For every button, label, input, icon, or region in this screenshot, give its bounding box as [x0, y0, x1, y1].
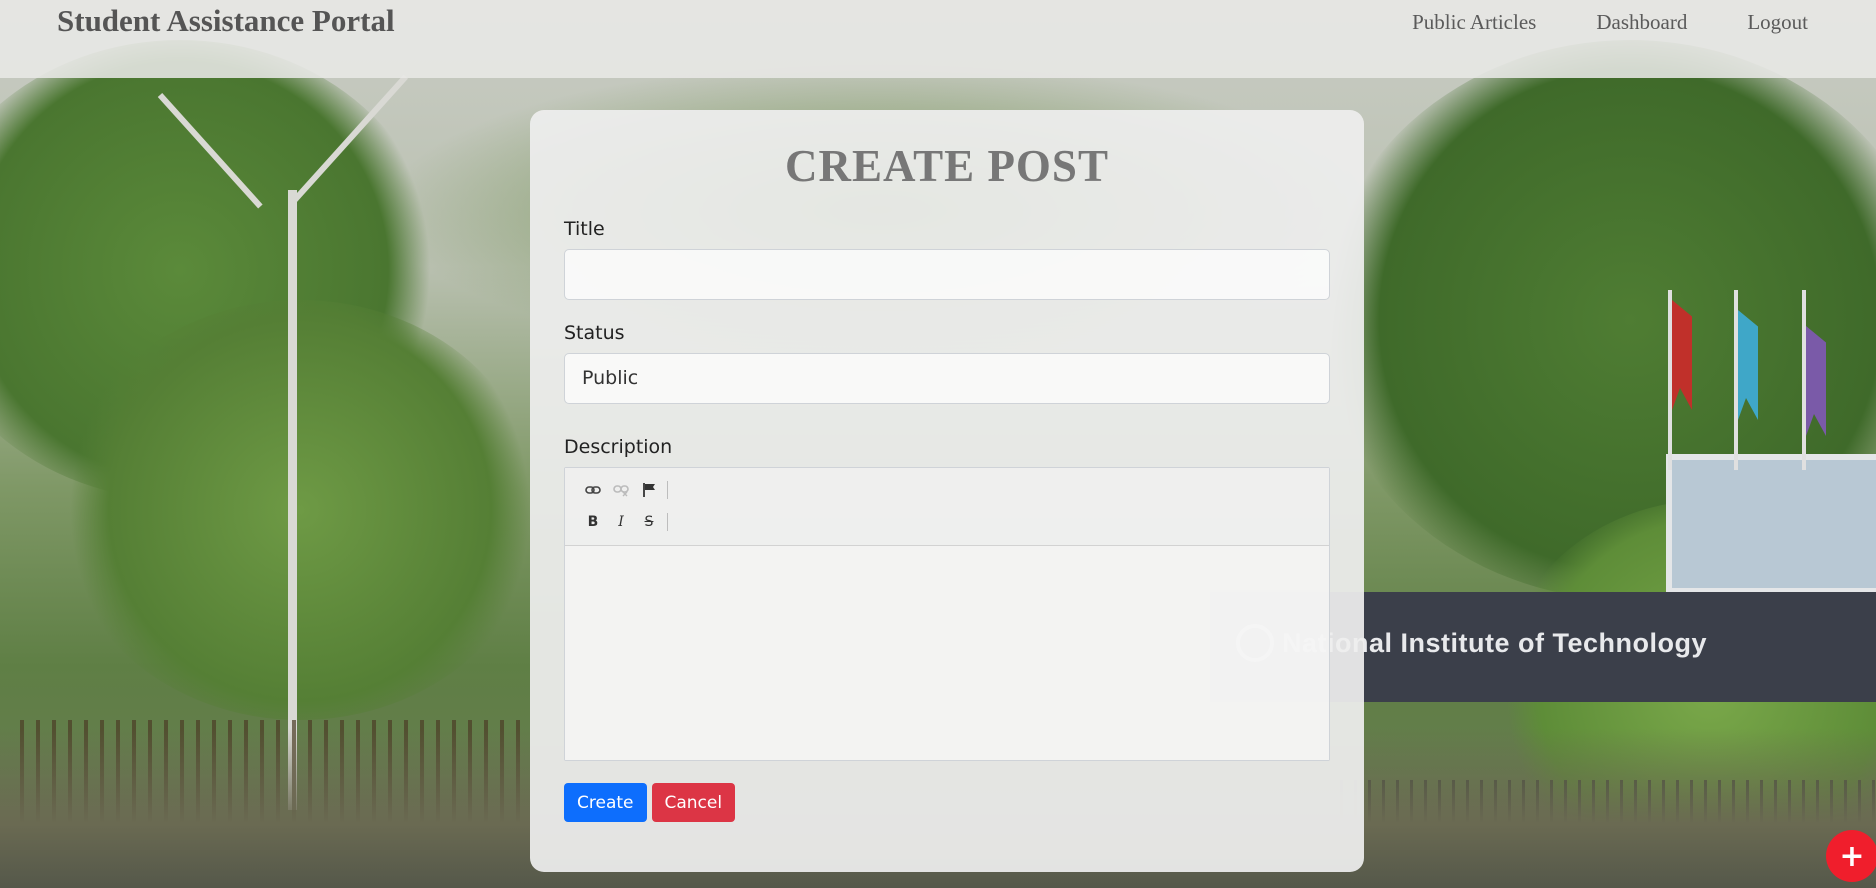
- create-button[interactable]: Create: [564, 783, 647, 822]
- nav-link-dashboard[interactable]: Dashboard: [1596, 10, 1687, 35]
- description-editor-area[interactable]: [565, 546, 1329, 760]
- create-post-card: CREATE POST Title Status Public Descript…: [530, 110, 1364, 872]
- editor-toolbar: B I S: [565, 468, 1329, 546]
- status-group: Status Public: [564, 322, 1330, 404]
- status-select[interactable]: Public: [564, 353, 1330, 404]
- title-label: Title: [564, 218, 605, 240]
- nav-links: Public Articles Dashboard Logout: [1412, 10, 1808, 35]
- title-input[interactable]: [564, 249, 1330, 300]
- rich-text-editor: B I S: [564, 467, 1330, 761]
- anchor-flag-icon[interactable]: [635, 478, 663, 502]
- title-group: Title: [564, 218, 1330, 300]
- cancel-button[interactable]: Cancel: [651, 783, 736, 822]
- toolbar-separator: [667, 481, 668, 499]
- nav-link-public-articles[interactable]: Public Articles: [1412, 10, 1536, 35]
- nav-link-logout[interactable]: Logout: [1747, 10, 1808, 35]
- link-icon[interactable]: [579, 478, 607, 502]
- add-floating-button[interactable]: +: [1826, 830, 1876, 882]
- brand-title[interactable]: Student Assistance Portal: [57, 3, 395, 39]
- unlink-icon[interactable]: [607, 478, 635, 502]
- strikethrough-button[interactable]: S: [635, 510, 663, 534]
- toolbar-separator: [667, 513, 668, 531]
- description-label: Description: [564, 436, 673, 458]
- description-group: Description B I S: [564, 436, 1330, 761]
- page-title: CREATE POST: [785, 141, 1109, 191]
- status-label: Status: [564, 322, 625, 344]
- italic-button[interactable]: I: [607, 510, 635, 534]
- form-actions: Create Cancel: [564, 783, 1330, 822]
- bold-button[interactable]: B: [579, 510, 607, 534]
- top-navbar: Student Assistance Portal Public Article…: [0, 0, 1876, 78]
